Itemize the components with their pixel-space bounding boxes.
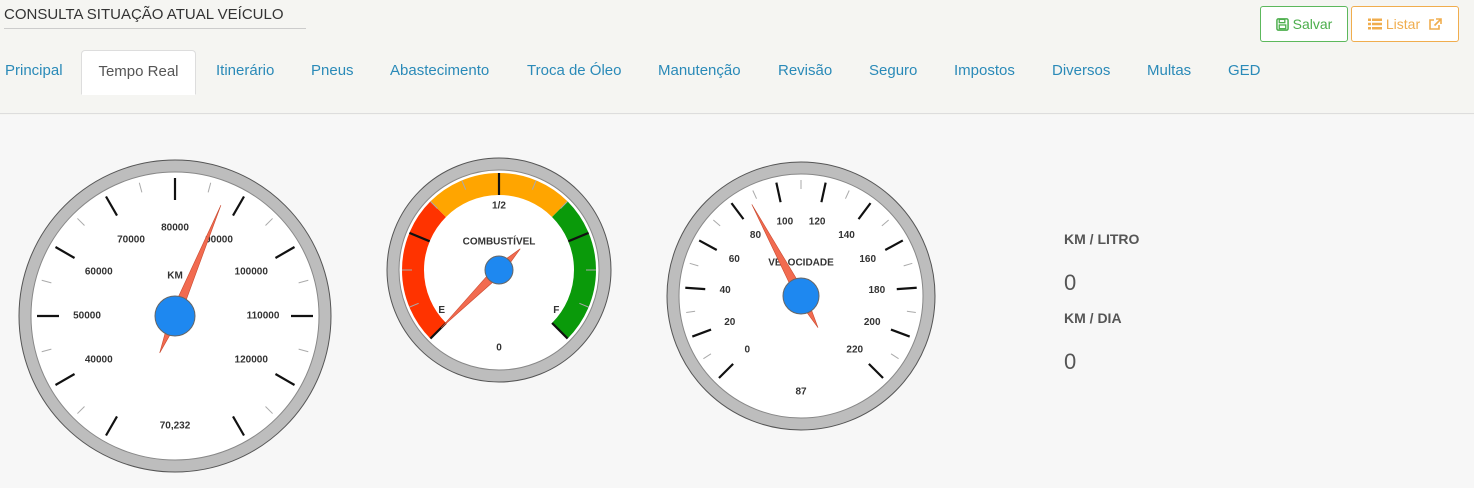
- tab-abastecimento[interactable]: Abastecimento: [390, 50, 489, 95]
- tab-pneus[interactable]: Pneus: [311, 50, 354, 95]
- gauge-hub: [782, 277, 820, 315]
- tab-troca-de-oleo[interactable]: Troca de Óleo: [527, 50, 622, 95]
- tab-seguro[interactable]: Seguro: [869, 50, 917, 95]
- odometer-tick-label: 40000: [85, 355, 113, 366]
- major-tick: [685, 286, 706, 291]
- odometer-gauge: 4000050000600007000080000900001000001100…: [18, 159, 332, 473]
- fuel-half-label: 1/2: [492, 201, 506, 212]
- tab-manutencao[interactable]: Manutenção: [658, 50, 741, 95]
- speed-reading: 87: [795, 387, 807, 398]
- speed-tick-label: 100: [777, 216, 794, 227]
- tab-multas[interactable]: Multas: [1147, 50, 1191, 95]
- speed-tick-label: 180: [868, 285, 885, 296]
- gauges-canvas: 4000050000600007000080000900001000001100…: [18, 157, 936, 473]
- odometer-tick-label: 50000: [73, 311, 101, 322]
- fuel-full-label: F: [553, 305, 559, 316]
- odometer-tick-label: 70000: [117, 234, 145, 245]
- tab-impostos[interactable]: Impostos: [954, 50, 1015, 95]
- speedometer-gauge: 020406080100 120140160180200220VELOCIDADE…: [666, 161, 936, 431]
- km-per-day-label: KM / DIA: [1064, 310, 1122, 326]
- page-title: CONSULTA SITUAÇÃO ATUAL VEÍCULO: [4, 6, 306, 29]
- tab-ged[interactable]: GED: [1228, 50, 1261, 95]
- odometer-tick-label: 60000: [85, 267, 113, 278]
- odometer-tick-label: 80000: [161, 223, 189, 234]
- tab-revisao[interactable]: Revisão: [778, 50, 832, 95]
- tab-tempo-real[interactable]: Tempo Real: [81, 50, 196, 95]
- floppy-disk-icon: [1275, 17, 1289, 31]
- km-per-liter-value: 0: [1064, 270, 1077, 295]
- km-per-liter-label: KM / LITRO: [1064, 231, 1140, 247]
- speed-tick-label: 60: [729, 254, 741, 265]
- major-tick: [896, 286, 917, 291]
- save-button-label: Salvar: [1292, 16, 1333, 32]
- list-button-label: Listar: [1385, 16, 1421, 32]
- odometer-tick-label: 120000: [235, 355, 269, 366]
- gauge-hub: [154, 295, 196, 337]
- tab-itinerario[interactable]: Itinerário: [216, 50, 274, 95]
- tab-principal[interactable]: Principal: [5, 50, 63, 95]
- page-header: CONSULTA SITUAÇÃO ATUAL VEÍCULO Salvar L…: [0, 0, 1474, 114]
- realtime-panel: 40000 50000 60000 70000 80000 90000 100000 1100…: [0, 115, 1474, 488]
- odometer-reading: 70,232: [160, 421, 191, 432]
- external-link-icon: [1429, 17, 1442, 30]
- odometer-tick-label: 100000: [235, 267, 269, 278]
- km-per-day-value: 0: [1064, 349, 1077, 374]
- gauge-hub: [484, 255, 514, 285]
- speed-tick-label: 120: [809, 216, 826, 227]
- speed-tick-label: 140: [838, 230, 855, 241]
- tab-diversos[interactable]: Diversos: [1052, 50, 1110, 95]
- speed-tick-label: 0: [744, 344, 750, 355]
- speed-tick-label: 160: [859, 254, 876, 265]
- odometer-unit-label: KM: [167, 271, 183, 282]
- speed-tick-label: 40: [720, 285, 732, 296]
- tab-bar: Principal Tempo Real Itinerário Pneus Ab…: [0, 50, 1474, 95]
- fuel-gauge: 1/2 E F COMBUSTÍVEL 0: [386, 157, 612, 383]
- fuel-title: COMBUSTÍVEL: [463, 235, 536, 248]
- fuel-reading: 0: [496, 343, 502, 354]
- speed-tick-label: 80: [750, 230, 762, 241]
- speed-tick-label: 220: [846, 344, 863, 355]
- fuel-empty-label: E: [438, 305, 445, 316]
- save-button[interactable]: Salvar: [1260, 6, 1348, 42]
- speed-tick-label: 20: [724, 317, 736, 328]
- speed-tick-label: 200: [864, 317, 881, 328]
- list-button[interactable]: Listar: [1351, 6, 1459, 42]
- list-icon: [1367, 18, 1382, 30]
- odometer-tick-label: 110000: [247, 311, 280, 322]
